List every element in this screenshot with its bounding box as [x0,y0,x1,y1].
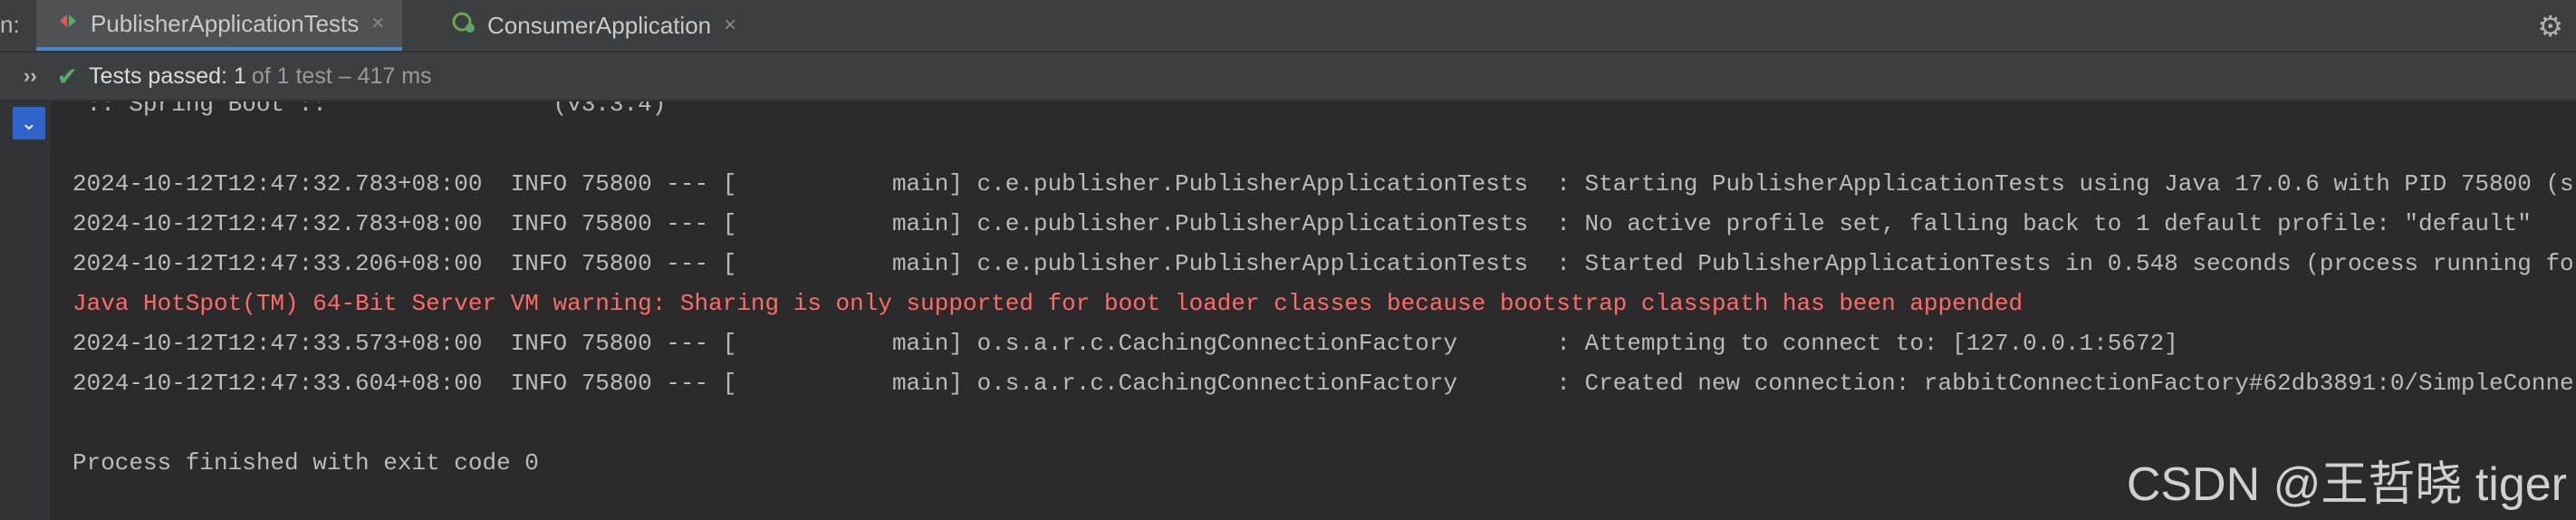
watermark: CSDN @王哲晓 tiger [2126,458,2567,511]
close-icon[interactable]: × [724,13,736,38]
console-gutter: ⌄ [0,101,50,520]
console-line: :: Spring Boot :: (v3.3.4) [72,101,667,118]
scroll-down-icon[interactable]: ⌄ [13,107,45,140]
run-label: n: [0,11,20,38]
console-line: 2024-10-12T12:47:33.206+08:00 INFO 75800… [72,250,2574,277]
run-tab-bar: n: PublisherApplicationTests × ConsumerA… [0,0,2576,53]
console-line: 2024-10-12T12:47:33.604+08:00 INFO 75800… [72,370,2574,397]
console-line: 2024-10-12T12:47:33.573+08:00 INFO 75800… [72,330,2178,357]
tab-consumer-application[interactable]: ConsumerApplication × [433,0,755,51]
check-icon: ✔ [56,62,79,91]
tab-label: PublisherApplicationTests [91,9,360,37]
console-line: Process finished with exit code 0 [72,449,539,477]
passed-count: 1 [233,63,246,89]
test-run-icon [58,12,80,35]
spring-app-icon [451,11,476,40]
close-icon[interactable]: × [371,11,384,36]
tests-detail: of 1 test – 417 ms [251,63,432,89]
tab-publisher-application-tests[interactable]: PublisherApplicationTests × [36,0,403,51]
gear-icon[interactable]: ⚙ [2537,9,2563,43]
expand-icon[interactable]: ›› [24,64,37,88]
tests-passed-label: Tests passed: 1 [89,63,246,90]
tab-label: ConsumerApplication [487,11,712,39]
console-line: 2024-10-12T12:47:32.783+08:00 INFO 75800… [72,210,2532,237]
console-line: 2024-10-12T12:47:32.783+08:00 INFO 75800… [72,170,2574,197]
test-status-bar: ›› ✔ Tests passed: 1 of 1 test – 417 ms [0,53,2576,101]
passed-label-text: Tests passed: [89,63,227,89]
console-warning-line: Java HotSpot(TM) 64-Bit Server VM warnin… [72,290,2023,317]
